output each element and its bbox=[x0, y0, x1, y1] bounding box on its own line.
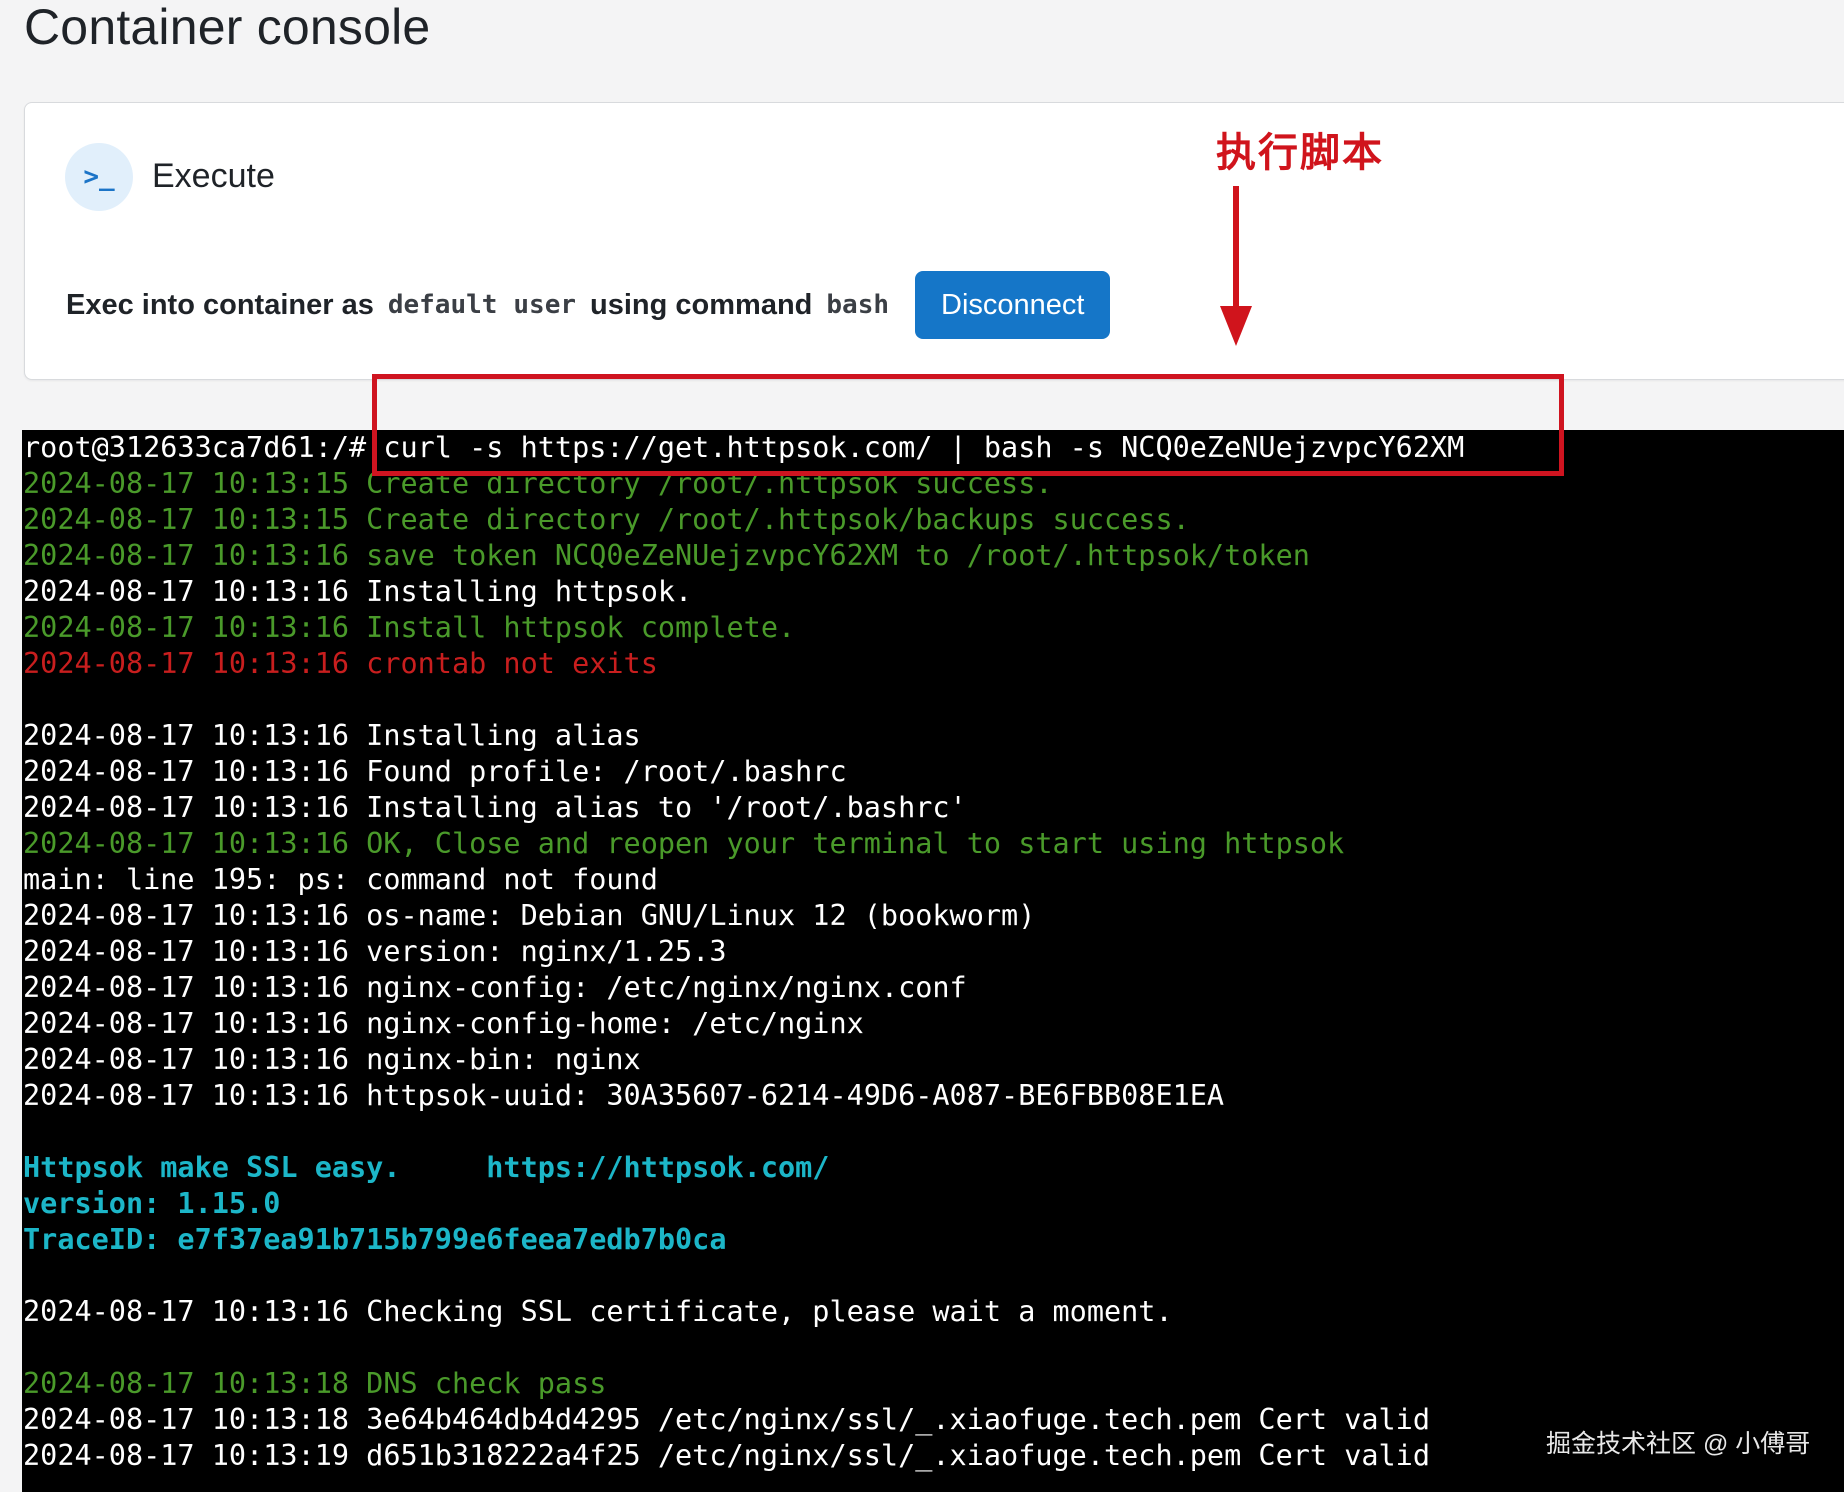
page-title: Container console bbox=[24, 0, 431, 55]
terminal-line: 2024-08-17 10:13:15 Create directory /ro… bbox=[23, 503, 1190, 536]
terminal-line: 2024-08-17 10:13:16 Install httpsok comp… bbox=[23, 611, 796, 644]
terminal-line: Httpsok make SSL easy. https://httpsok.c… bbox=[23, 1151, 830, 1184]
terminal-line: 2024-08-17 10:13:16 version: nginx/1.25.… bbox=[23, 935, 727, 968]
terminal-line: 2024-08-17 10:13:16 os-name: Debian GNU/… bbox=[23, 899, 1036, 932]
annotation-label: 执行脚本 bbox=[1216, 131, 1384, 175]
terminal-line: main: line 195: ps: command not found bbox=[23, 863, 658, 896]
terminal-line: 2024-08-17 10:13:16 save token NCQ0eZeNU… bbox=[23, 539, 1310, 572]
terminal-line: 2024-08-17 10:13:16 Installing alias bbox=[23, 719, 641, 752]
watermark: 掘金技术社区 @ 小傅哥 bbox=[1546, 1430, 1811, 1458]
exec-label-prefix: Exec into container as bbox=[66, 288, 374, 321]
terminal-line: 2024-08-17 10:13:16 nginx-bin: nginx bbox=[23, 1043, 641, 1076]
terminal-line: 2024-08-17 10:13:16 nginx-config: /etc/n… bbox=[23, 971, 967, 1004]
exec-user-word: user bbox=[513, 290, 577, 320]
annotation-highlight-box bbox=[372, 374, 1564, 476]
exec-user-value[interactable]: default bbox=[388, 290, 498, 320]
terminal-line: 2024-08-17 10:13:16 OK, Close and reopen… bbox=[23, 827, 1345, 860]
disconnect-button[interactable]: Disconnect bbox=[915, 271, 1111, 339]
terminal-prompt-icon: >_ bbox=[65, 143, 133, 211]
terminal-line: 2024-08-17 10:13:16 Installing httpsok. bbox=[23, 575, 693, 608]
terminal-line: 2024-08-17 10:13:16 Found profile: /root… bbox=[23, 755, 847, 788]
annotation-arrow-icon bbox=[1220, 186, 1252, 346]
terminal-line: 2024-08-17 10:13:16 Installing alias to … bbox=[23, 791, 967, 824]
exec-options-row: Exec into container as default user usin… bbox=[66, 271, 1111, 339]
terminal-line: 2024-08-17 10:13:16 nginx-config-home: /… bbox=[23, 1007, 864, 1040]
terminal-line: 2024-08-17 10:13:16 Checking SSL certifi… bbox=[23, 1295, 1173, 1328]
exec-command-value[interactable]: bash bbox=[826, 290, 889, 320]
terminal-line: 2024-08-17 10:13:16 httpsok-uuid: 30A356… bbox=[23, 1079, 1225, 1112]
terminal-line: 2024-08-17 10:13:16 crontab not exits bbox=[23, 647, 658, 680]
terminal-line: 2024-08-17 10:13:18 DNS check pass bbox=[23, 1367, 607, 1400]
exec-label-command: using command bbox=[590, 288, 813, 321]
terminal-line: version: 1.15.0 bbox=[23, 1187, 281, 1220]
execute-card: >_ Execute Exec into container as defaul… bbox=[24, 102, 1844, 380]
terminal-output[interactable]: root@312633ca7d61:/# curl -s https://get… bbox=[22, 430, 1844, 1492]
execute-title: Execute bbox=[152, 157, 275, 195]
terminal-line: TraceID: e7f37ea91b715b799e6feea7edb7b0c… bbox=[23, 1223, 727, 1256]
